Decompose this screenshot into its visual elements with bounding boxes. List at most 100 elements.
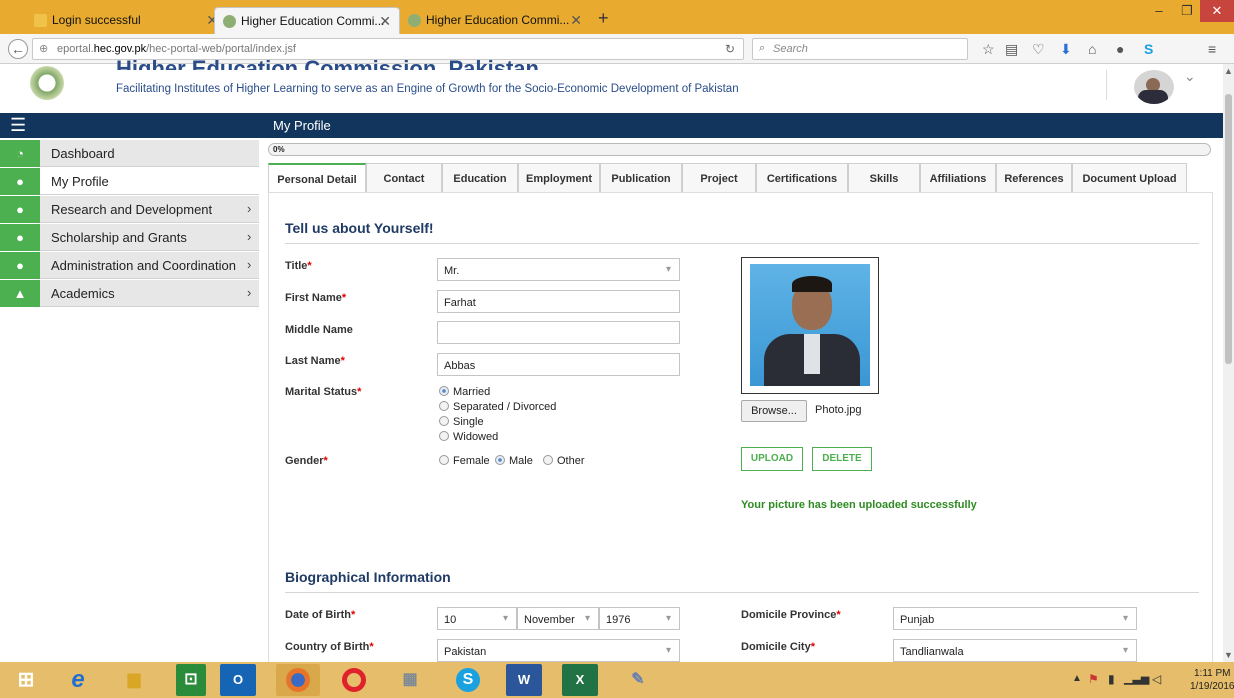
back-arrow-icon[interactable]: ← [8,39,28,59]
action-center-icon[interactable]: ⚑ [1088,672,1099,686]
sidebar-item-research[interactable]: ● Research and Development › [0,196,259,223]
download-icon[interactable]: ⬇ [1060,41,1072,58]
sidebar-item-academics[interactable]: ▲ Academics › [0,280,259,307]
country-of-birth-select[interactable]: Pakistan [437,639,680,662]
site-title: Higher Education Commission, Pakistan [116,58,539,70]
user-icon: ● [0,252,40,279]
page-scrollbar[interactable]: ▲ ▼ [1223,64,1234,662]
tab-contact[interactable]: Contact [366,163,442,193]
chevron-down-icon[interactable]: ⌄ [1184,68,1196,85]
url-path: /hec-portal-web/portal/index.jsf [146,43,296,55]
chat-icon[interactable]: ● [1116,41,1124,57]
search-icon: ⌕ [759,42,766,54]
bookmark-star-icon[interactable]: ☆ [982,41,995,58]
tab-document-upload[interactable]: Document Upload [1072,163,1187,193]
network-icon[interactable]: ▮ [1108,672,1115,686]
delete-button[interactable]: DELETE [812,447,872,471]
dob-month-select[interactable]: November [517,607,599,630]
dob-day-select[interactable]: 10 [437,607,517,630]
url-bar[interactable]: ⊕ eportal.hec.gov.pk/hec-portal-web/port… [32,38,744,60]
search-input[interactable]: ⌕ Search [752,38,968,60]
first-name-field[interactable]: Farhat [437,290,680,313]
paint-icon[interactable]: ✎ [616,664,660,696]
home-icon[interactable]: ⌂ [1088,41,1096,57]
domicile-province-label: Domicile Province* [741,609,841,621]
upload-button[interactable]: UPLOAD [741,447,803,471]
avatar[interactable] [1134,70,1174,104]
system-clock[interactable]: 1:11 PM 1/19/2016 [1190,667,1234,693]
internet-explorer-icon[interactable]: e [56,664,100,696]
close-window-icon[interactable]: ✕ [1200,0,1234,22]
tab-affiliations[interactable]: Affiliations [920,163,996,193]
file-explorer-icon[interactable]: ▆ [112,664,156,696]
marital-option-married[interactable]: Married [439,386,490,398]
gender-option-male[interactable]: Male [495,455,533,467]
scroll-down-icon[interactable]: ▼ [1224,650,1233,660]
upload-success-message: Your picture has been uploaded successfu… [741,499,977,511]
skype-icon[interactable]: S [1144,41,1153,57]
browser-tab-hec-2[interactable]: Higher Education Commi... ✕ [400,7,590,34]
marital-option-widowed[interactable]: Widowed [439,431,498,443]
tab-personal-detail[interactable]: Personal Detail [268,163,366,193]
tab-education[interactable]: Education [442,163,518,193]
volume-icon[interactable]: ◁ [1152,672,1161,686]
windows-start-icon[interactable]: ⊞ [4,664,48,696]
restore-icon[interactable]: ❐ [1172,0,1202,22]
marital-option-separated[interactable]: Separated / Divorced [439,401,556,413]
close-tab-icon[interactable]: ✕ [570,7,582,34]
hamburger-menu-icon[interactable]: ☰ [10,115,26,136]
sidebar-item-label: Scholarship and Grants [51,230,187,245]
browse-button[interactable]: Browse... [741,400,807,422]
domicile-province-select[interactable]: Punjab [893,607,1137,630]
tab-project[interactable]: Project [682,163,756,193]
show-hidden-icons-icon[interactable]: ▲ [1072,673,1082,684]
sidebar-item-administration[interactable]: ● Administration and Coordination › [0,252,259,279]
last-name-field[interactable]: Abbas [437,353,680,376]
gender-option-other[interactable]: Other [543,455,585,467]
tab-references[interactable]: References [996,163,1072,193]
calculator-icon[interactable]: ▦ [388,664,432,696]
section-title-biographical: Biographical Information [285,569,451,585]
browser-tab-hec-1[interactable]: Higher Education Commi... ✕ [214,7,400,34]
sidebar-item-label: Dashboard [51,146,115,161]
tab-publication[interactable]: Publication [600,163,682,193]
reload-icon[interactable]: ↻ [725,42,735,56]
firefox-icon[interactable] [276,664,320,696]
scroll-up-icon[interactable]: ▲ [1224,66,1233,76]
pocket-icon[interactable]: ♡ [1032,41,1045,58]
browser-tab-login[interactable]: Login successful ✕ [26,7,226,34]
excel-icon[interactable]: X [562,664,598,696]
site-tagline: Facilitating Institutes of Higher Learni… [116,83,739,95]
profile-progress-bar: 0% [268,143,1211,156]
hec-favicon-icon [223,15,236,28]
signal-icon[interactable]: ▁▃▅ [1124,672,1149,685]
sidebar-item-my-profile[interactable]: ● My Profile [0,168,259,195]
dob-year-select[interactable]: 1976 [599,607,680,630]
menu-icon[interactable]: ≡ [1208,41,1216,57]
new-tab-icon[interactable]: + [598,8,609,29]
last-name-label: Last Name* [285,355,345,367]
word-icon[interactable]: W [506,664,542,696]
tab-certifications[interactable]: Certifications [756,163,848,193]
clock-time: 1:11 PM [1194,668,1231,679]
outlook-icon[interactable]: O [220,664,256,696]
sidebar-item-dashboard[interactable]: ◔ Dashboard [0,140,259,167]
sidebar-item-scholarship[interactable]: ● Scholarship and Grants › [0,224,259,251]
skype-taskbar-icon[interactable]: S [446,664,490,696]
title-select[interactable]: Mr. [437,258,680,281]
marital-option-single[interactable]: Single [439,416,484,428]
opera-icon[interactable] [332,664,376,696]
gender-option-female[interactable]: Female [439,455,490,467]
middle-name-field[interactable] [437,321,680,344]
scrollbar-thumb[interactable] [1225,94,1232,364]
domicile-city-select[interactable]: Tandlianwala [893,639,1137,662]
site-info-icon[interactable]: ⊕ [39,42,48,55]
tab-employment[interactable]: Employment [518,163,600,193]
tab-skills[interactable]: Skills [848,163,920,193]
reading-list-icon[interactable]: ▤ [1005,41,1018,58]
minimize-icon[interactable]: – [1144,0,1174,22]
page-title: My Profile [273,118,331,133]
store-icon[interactable]: ⊡ [176,664,206,696]
close-tab-icon[interactable]: ✕ [379,8,391,34]
section-divider [285,243,1199,244]
